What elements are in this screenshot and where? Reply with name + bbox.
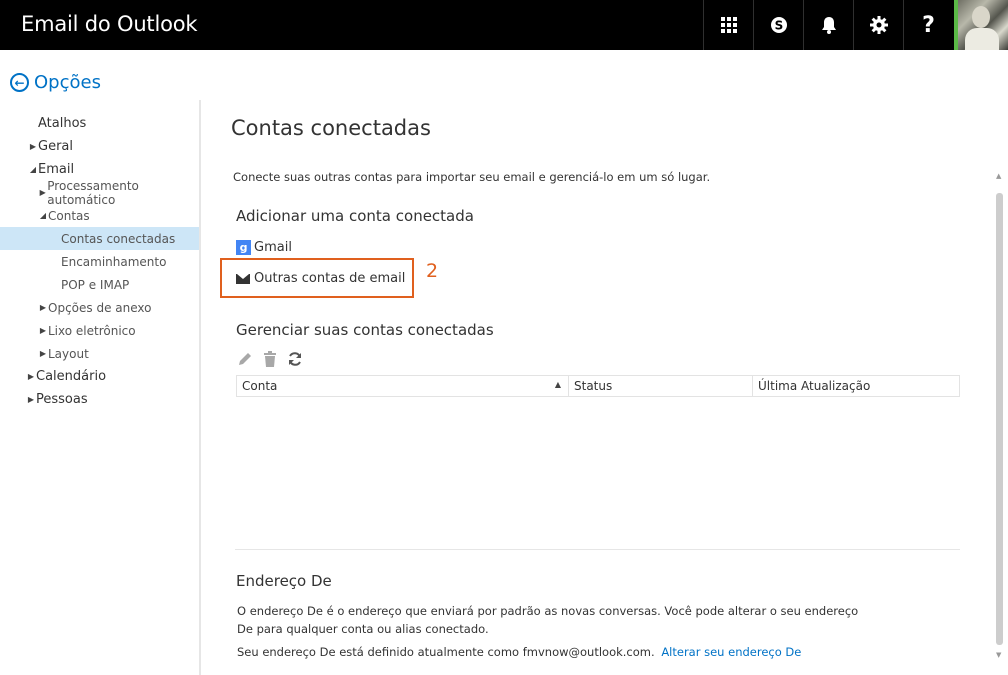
sidebar-item-label: Contas conectadas — [61, 231, 176, 246]
from-address-description: O endereço De é o endereço que enviará p… — [237, 604, 859, 636]
sidebar-item-calendario[interactable]: ▶ Calendário — [0, 365, 199, 388]
sidebar-item-encaminhamento[interactable]: Encaminhamento — [0, 250, 199, 273]
scroll-down-arrow-icon[interactable]: ▼ — [996, 651, 1001, 659]
app-title[interactable]: Email do Outlook — [21, 12, 198, 36]
scroll-up-arrow-icon[interactable]: ▲ — [996, 172, 1001, 180]
column-header-label: Última Atualização — [758, 379, 871, 393]
from-address-current: Seu endereço De está definido atualmente… — [237, 645, 801, 659]
envelope-icon — [236, 273, 250, 284]
expand-arrow-icon: ▶ — [39, 303, 47, 312]
notifications-button[interactable] — [803, 0, 853, 50]
sidebar-item-label: Pessoas — [36, 392, 88, 407]
skype-button[interactable]: S — [753, 0, 803, 50]
options-back-link[interactable]: ← Opções — [10, 72, 101, 93]
settings-button[interactable] — [853, 0, 903, 50]
sidebar-item-opcoes-anexo[interactable]: ▶ Opções de anexo — [0, 296, 199, 319]
sidebar-item-processamento[interactable]: ▶ Processamento automático — [0, 178, 199, 207]
collapse-arrow-icon: ◢ — [39, 211, 47, 220]
gmail-label: Gmail — [254, 240, 292, 255]
column-header-status[interactable]: Status — [569, 376, 753, 396]
column-header-label: Conta — [242, 379, 278, 393]
manage-accounts-heading: Gerenciar suas contas conectadas — [236, 321, 494, 339]
scrollbar-thumb[interactable] — [996, 193, 1003, 645]
collapse-arrow-icon: ◢ — [29, 165, 37, 174]
avatar-face — [972, 6, 990, 28]
help-icon: ? — [922, 12, 935, 38]
avatar-body — [965, 28, 999, 50]
delete-icon — [264, 351, 276, 367]
sidebar-item-atalhos[interactable]: Atalhos — [0, 112, 199, 135]
add-account-heading: Adicionar uma conta conectada — [236, 207, 474, 225]
bell-icon — [821, 17, 836, 34]
delete-button[interactable] — [262, 351, 278, 367]
section-divider — [235, 549, 960, 550]
sidebar-item-label: Lixo eletrônico — [48, 323, 136, 338]
other-email-accounts-label: Outras contas de email — [254, 271, 406, 286]
from-address-heading: Endereço De — [236, 572, 332, 590]
sidebar-item-pop-imap[interactable]: POP e IMAP — [0, 273, 199, 296]
refresh-icon — [289, 352, 301, 366]
sidebar-item-contas-conectadas[interactable]: Contas conectadas — [0, 227, 199, 250]
sidebar-item-label: Geral — [38, 139, 73, 154]
options-title: Opções — [34, 72, 101, 93]
top-bar: Email do Outlook S ? — [0, 0, 1008, 50]
google-icon: g — [236, 240, 251, 255]
expand-arrow-icon: ▶ — [27, 372, 35, 381]
connected-accounts-table: Conta ▲ Status Última Atualização — [236, 375, 960, 397]
sidebar-item-label: POP e IMAP — [61, 277, 130, 292]
sidebar-item-geral[interactable]: ▶ Geral — [0, 135, 199, 158]
other-email-accounts-link[interactable]: Outras contas de email — [236, 271, 405, 286]
sidebar-item-contas[interactable]: ◢ Contas — [0, 204, 199, 227]
column-header-conta[interactable]: Conta ▲ — [237, 376, 569, 396]
sidebar-item-label: Contas — [48, 208, 90, 223]
column-header-ultima-atualizacao[interactable]: Última Atualização — [753, 376, 959, 396]
options-sidebar: Atalhos ▶ Geral ◢ Email ▶ Processamento … — [0, 100, 201, 675]
refresh-button[interactable] — [287, 351, 303, 367]
edit-icon — [239, 353, 251, 365]
skype-icon: S — [770, 17, 787, 33]
sidebar-item-label: Processamento automático — [47, 178, 139, 207]
column-header-label: Status — [574, 379, 613, 393]
sidebar-item-label: Opções de anexo — [48, 300, 152, 315]
apps-button[interactable] — [703, 0, 753, 50]
expand-arrow-icon: ▶ — [39, 349, 47, 358]
expand-arrow-icon: ▶ — [27, 395, 35, 404]
change-from-address-link[interactable]: Alterar seu endereço De — [661, 645, 801, 659]
back-arrow-icon: ← — [10, 73, 29, 92]
accounts-toolbar — [237, 351, 303, 367]
sidebar-item-label: Calendário — [36, 369, 107, 384]
sidebar-item-label: Encaminhamento — [61, 254, 167, 269]
callout-step-number: 2 — [426, 260, 439, 282]
gmail-link[interactable]: g Gmail — [236, 240, 292, 255]
expand-arrow-icon: ▶ — [39, 188, 46, 197]
sidebar-item-layout[interactable]: ▶ Layout — [0, 342, 199, 365]
sidebar-item-label: Atalhos — [38, 116, 87, 131]
sidebar-item-label: Email — [38, 162, 75, 177]
sidebar-item-pessoas[interactable]: ▶ Pessoas — [0, 388, 199, 411]
edit-button[interactable] — [237, 351, 253, 367]
expand-arrow-icon: ▶ — [39, 326, 47, 335]
page-title: Contas conectadas — [231, 116, 431, 140]
sidebar-item-label: Layout — [48, 346, 89, 361]
svg-text:S: S — [774, 19, 783, 33]
apps-grid-icon — [720, 17, 737, 33]
gear-icon — [869, 16, 888, 34]
from-address-current-text: Seu endereço De está definido atualmente… — [237, 645, 655, 659]
user-avatar[interactable] — [954, 0, 1008, 50]
sidebar-item-lixo-eletronico[interactable]: ▶ Lixo eletrônico — [0, 319, 199, 342]
sort-ascending-icon: ▲ — [554, 380, 561, 389]
page-description: Conecte suas outras contas para importar… — [233, 170, 711, 184]
expand-arrow-icon: ▶ — [29, 142, 37, 151]
help-button[interactable]: ? — [903, 0, 953, 50]
